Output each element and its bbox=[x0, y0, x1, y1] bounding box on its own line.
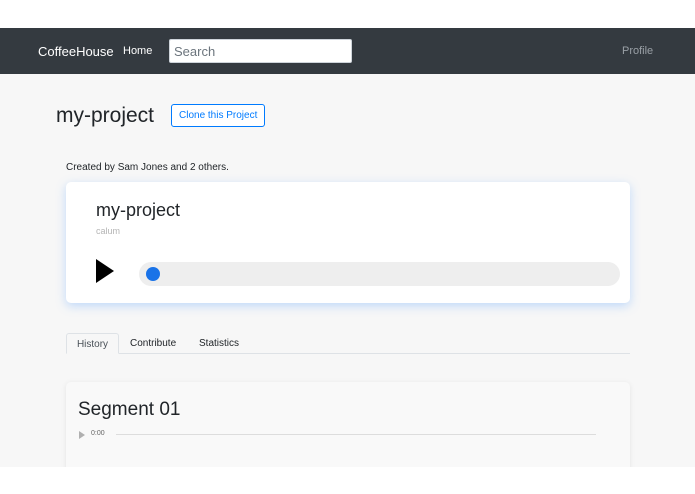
segment-play-icon[interactable] bbox=[79, 431, 85, 439]
segment-time: 0:00 bbox=[91, 430, 105, 437]
tab-bar: History Contribute Statistics bbox=[66, 333, 630, 354]
play-icon[interactable] bbox=[96, 259, 114, 283]
clone-project-button[interactable]: Clone this Project bbox=[171, 104, 266, 127]
search-input[interactable] bbox=[169, 39, 352, 63]
created-by-text: Created by Sam Jones and 2 others. bbox=[66, 162, 229, 173]
player-title: my-project bbox=[96, 200, 181, 220]
progress-knob[interactable] bbox=[146, 267, 160, 281]
nav-profile-link[interactable]: Profile bbox=[622, 45, 653, 57]
tab-history[interactable]: History bbox=[66, 333, 119, 354]
tab-contribute[interactable]: Contribute bbox=[130, 333, 176, 354]
segment-title: Segment 01 bbox=[78, 399, 181, 420]
player-card: my-project calum bbox=[66, 182, 630, 303]
progress-track[interactable] bbox=[139, 262, 620, 286]
segment-card: Segment 01 0:00 bbox=[66, 382, 630, 467]
app-frame: CoffeeHouse Home Profile my-project Clon… bbox=[0, 28, 695, 467]
nav-home-link[interactable]: Home bbox=[123, 45, 152, 57]
navbar: CoffeeHouse Home Profile bbox=[0, 28, 695, 74]
page-title: my-project bbox=[56, 104, 155, 127]
player-author: calum bbox=[96, 226, 121, 236]
tab-statistics[interactable]: Statistics bbox=[199, 333, 239, 354]
brand-link[interactable]: CoffeeHouse bbox=[38, 44, 114, 59]
segment-progress-track[interactable] bbox=[116, 434, 596, 435]
